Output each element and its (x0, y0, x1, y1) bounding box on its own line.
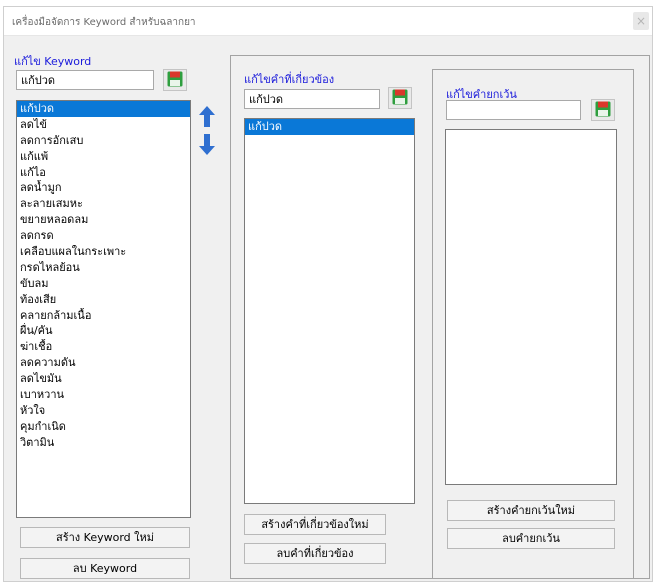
list-item[interactable]: ลดกรด (17, 228, 190, 244)
list-item[interactable]: ผื่น/คัน (17, 323, 190, 339)
list-item[interactable]: เบาหวาน (17, 387, 190, 403)
main-window: เครื่องมือจัดการ Keyword สำหรับฉลากยา × … (3, 6, 653, 582)
list-item[interactable]: แก้ปวด (17, 101, 190, 117)
arrow-up-icon (198, 105, 216, 132)
list-item[interactable]: ขับลม (17, 276, 190, 292)
list-item[interactable]: ลดการอักเสบ (17, 133, 190, 149)
list-item[interactable]: กรดไหลย้อน (17, 260, 190, 276)
related-heading: แก้ไขคำที่เกี่ยวข้อง (244, 73, 335, 86)
title-bar: เครื่องมือจัดการ Keyword สำหรับฉลากยา × (4, 7, 652, 36)
list-item[interactable]: ลดไขมัน (17, 371, 190, 387)
floppy-disk-icon (392, 89, 408, 108)
list-item[interactable]: คุมกำเนิด (17, 419, 190, 435)
list-item[interactable]: ท้องเสีย (17, 292, 190, 308)
keyword-save-button[interactable] (163, 69, 187, 91)
related-edit-field[interactable]: แก้ปวด (244, 89, 380, 109)
close-button[interactable]: × (633, 12, 649, 30)
move-down-button[interactable] (198, 133, 216, 157)
delete-related-button[interactable]: ลบคำที่เกี่ยวข้อง (244, 543, 386, 564)
list-item[interactable]: ลดความดัน (17, 355, 190, 371)
delete-exception-button[interactable]: ลบคำยกเว้น (447, 528, 615, 549)
exception-save-button[interactable] (591, 99, 615, 121)
floppy-disk-icon (595, 101, 611, 120)
list-item[interactable]: ละลายเสมหะ (17, 196, 190, 212)
window-title: เครื่องมือจัดการ Keyword สำหรับฉลากยา (12, 17, 196, 28)
delete-keyword-button[interactable]: ลบ Keyword (20, 558, 190, 579)
list-item[interactable]: ลดไข้ (17, 117, 190, 133)
list-item[interactable]: วิตามิน (17, 435, 190, 451)
list-item[interactable]: ขยายหลอดลม (17, 212, 190, 228)
related-listbox[interactable]: แก้ปวด (244, 118, 415, 504)
floppy-disk-icon (167, 71, 183, 90)
keyword-heading: แก้ไข Keyword (14, 55, 92, 68)
keyword-edit-field[interactable]: แก้ปวด (16, 70, 154, 90)
move-up-button[interactable] (198, 105, 216, 132)
related-save-button[interactable] (388, 87, 412, 109)
list-item[interactable]: แก้แพ้ (17, 149, 190, 165)
list-item[interactable]: แก้ไอ (17, 165, 190, 181)
create-related-button[interactable]: สร้างคำที่เกี่ยวข้องใหม่ (244, 514, 386, 535)
list-item[interactable]: ลดน้ำมูก (17, 180, 190, 196)
keyword-listbox[interactable]: แก้ปวด ลดไข้ ลดการอักเสบ แก้แพ้ แก้ไอ ลดน้ำมู… (16, 100, 191, 518)
list-item[interactable]: ฆ่าเชื้อ (17, 339, 190, 355)
arrow-down-icon (198, 132, 216, 159)
exception-listbox[interactable] (445, 129, 617, 485)
list-item[interactable]: คลายกล้ามเนื้อ (17, 308, 190, 324)
create-keyword-button[interactable]: สร้าง Keyword ใหม่ (20, 527, 190, 548)
list-item[interactable]: เคลือบแผลในกระเพาะ (17, 244, 190, 260)
exception-edit-field[interactable] (446, 100, 581, 120)
list-item[interactable]: แก้ปวด (245, 119, 414, 135)
create-exception-button[interactable]: สร้างคำยกเว้นใหม่ (447, 500, 615, 521)
list-item[interactable]: หัวใจ (17, 403, 190, 419)
